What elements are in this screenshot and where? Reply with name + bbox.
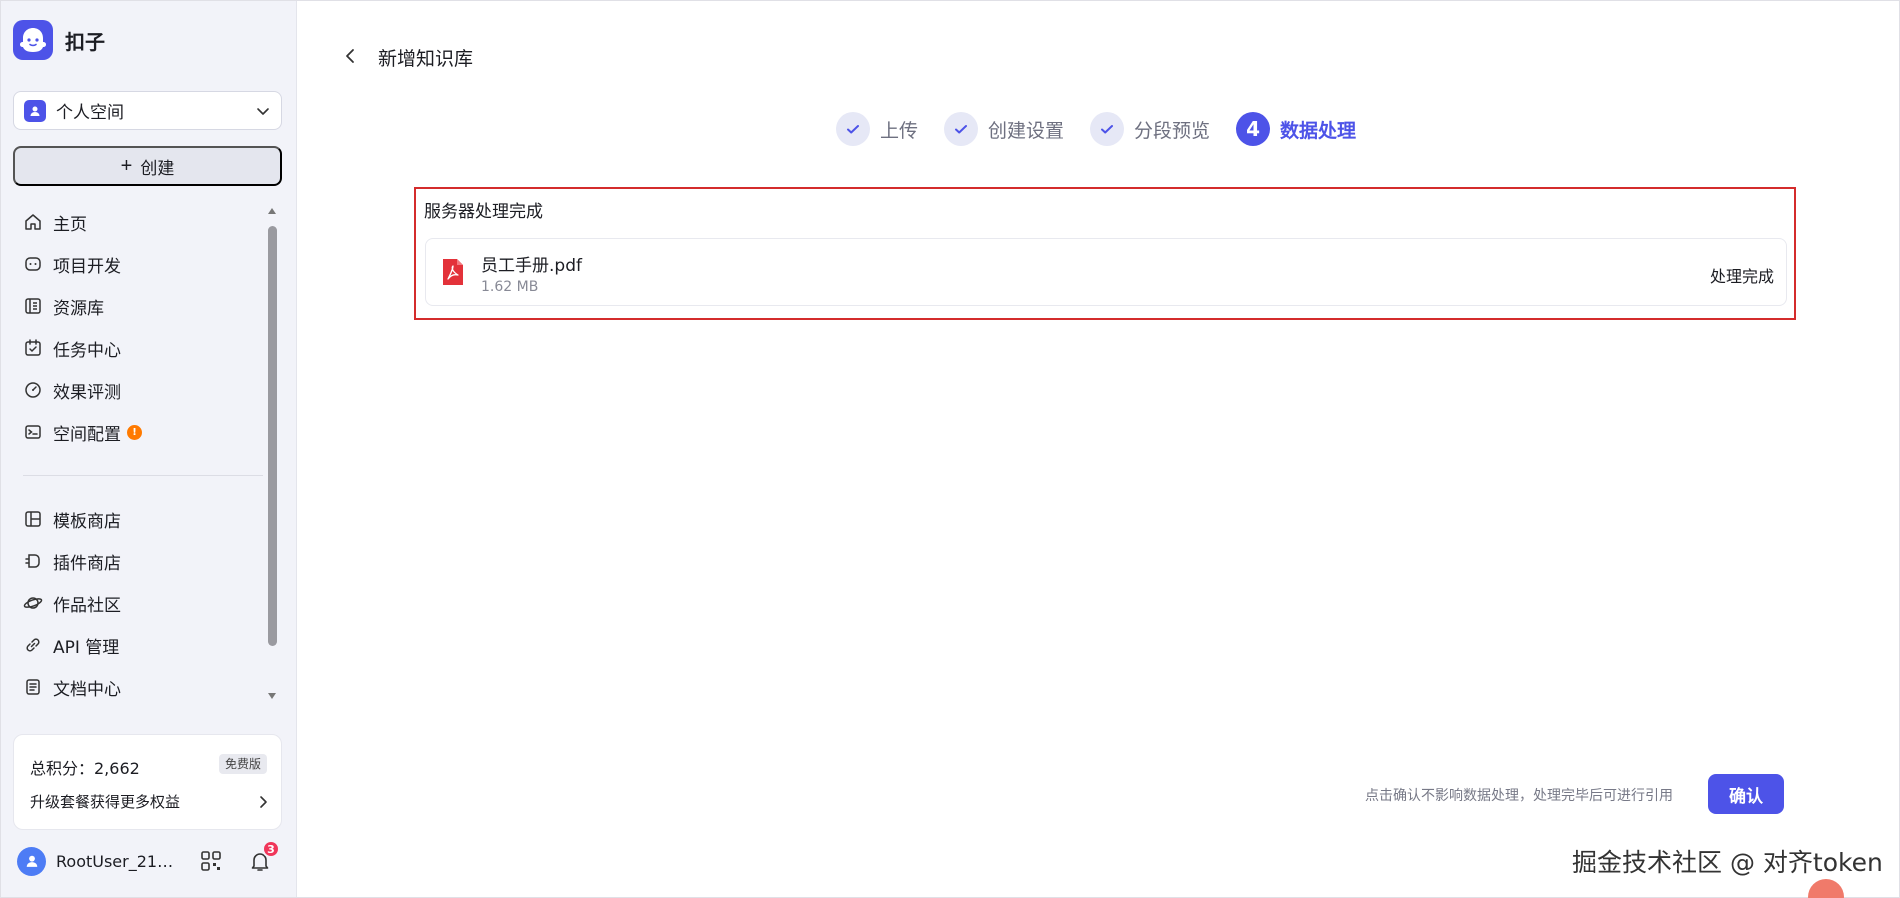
- sidebar-item-home[interactable]: 主页: [13, 201, 263, 243]
- robot-icon: [25, 257, 41, 271]
- file-name: 员工手册.pdf: [481, 256, 582, 276]
- sidebar-item-tasks[interactable]: 任务中心: [13, 327, 263, 369]
- sidebar-item-label: 模板商店: [53, 511, 121, 532]
- app-window: 扣子 个人空间 + 创建 主页 项目开发 资源库 任务中心 效果评测 空间配置 …: [0, 0, 1900, 898]
- apps-grid-icon[interactable]: [199, 849, 223, 873]
- upgrade-link[interactable]: 升级套餐获得更多权益: [30, 791, 270, 812]
- confirm-hint: 点击确认不影响数据处理，处理完毕后可进行引用: [1365, 788, 1673, 804]
- sidebar-item-space-config[interactable]: 空间配置 !: [13, 411, 263, 453]
- sidebar-item-label: 作品社区: [53, 595, 121, 616]
- step-data-processing: 4 数据处理: [1236, 112, 1356, 146]
- status-title: 服务器处理完成: [424, 202, 543, 222]
- upgrade-link-label: 升级套餐获得更多权益: [30, 793, 181, 811]
- notification-count-badge: 3: [262, 840, 280, 858]
- brand[interactable]: 扣子: [13, 20, 105, 60]
- scroll-up-arrow-icon[interactable]: [268, 208, 276, 214]
- page-title: 新增知识库: [378, 48, 474, 70]
- user-icon: [24, 99, 46, 122]
- step-label: 分段预览: [1134, 119, 1211, 142]
- create-button-label: 创建: [140, 158, 175, 178]
- plugin-icon: [25, 554, 40, 568]
- credits-total: 总积分：2,662: [30, 759, 140, 778]
- coze-logo-icon: [13, 20, 53, 60]
- sidebar-item-library[interactable]: 资源库: [13, 285, 263, 327]
- main-content: 新增知识库 上传 创建设置 分段预览 4 数据处理 服务器处理完成 员工手册.p…: [297, 1, 1899, 898]
- sidebar-item-community[interactable]: 作品社区: [13, 582, 263, 624]
- file-size: 1.62 MB: [481, 279, 539, 295]
- sidebar-item-label: 任务中心: [53, 340, 121, 361]
- plus-icon: +: [120, 155, 133, 177]
- step-label: 创建设置: [988, 119, 1065, 142]
- processing-status-panel: 服务器处理完成 员工手册.pdf 1.62 MB 处理完成: [414, 187, 1796, 320]
- mascot-avatar[interactable]: [1808, 879, 1844, 898]
- sidebar-item-label: API 管理: [53, 637, 120, 658]
- user-name[interactable]: RootUser_2124...: [56, 852, 178, 871]
- step-label: 上传: [880, 119, 919, 142]
- sidebar-item-api[interactable]: API 管理: [13, 624, 263, 666]
- user-row: RootUser_2124... 3: [17, 840, 282, 876]
- confirm-button[interactable]: 确认: [1708, 774, 1784, 814]
- sidebar-item-label: 项目开发: [53, 256, 121, 277]
- pdf-file-icon: [443, 259, 463, 285]
- notifications-button[interactable]: 3: [248, 840, 280, 873]
- step-segment-preview: 分段预览: [1090, 112, 1210, 146]
- template-icon: [25, 511, 41, 527]
- step-upload: 上传: [836, 112, 918, 146]
- sidebar: 扣子 个人空间 + 创建 主页 项目开发 资源库 任务中心 效果评测 空间配置 …: [1, 1, 297, 897]
- stepper: 上传 创建设置 分段预览 4 数据处理: [836, 111, 1382, 147]
- document-icon: [26, 679, 40, 695]
- sidebar-item-template-store[interactable]: 模板商店: [13, 498, 263, 540]
- sidebar-item-label: 效果评测: [53, 382, 121, 403]
- space-select[interactable]: 个人空间: [13, 91, 282, 130]
- step-label: 数据处理: [1280, 119, 1357, 142]
- library-icon: [25, 298, 41, 314]
- link-icon: [26, 638, 40, 652]
- sidebar-item-plugin-store[interactable]: 插件商店: [13, 540, 263, 582]
- chevron-right-icon: [260, 795, 267, 808]
- task-icon: [25, 339, 41, 356]
- planet-icon: [23, 597, 43, 609]
- plan-tag: 免费版: [218, 754, 267, 774]
- sidebar-item-label: 文档中心: [53, 679, 121, 700]
- space-select-label: 个人空间: [56, 103, 124, 123]
- nav-divider: [23, 475, 263, 476]
- check-icon: [944, 112, 979, 146]
- check-icon: [1090, 112, 1125, 146]
- sidebar-item-label: 资源库: [53, 298, 104, 319]
- avatar[interactable]: [17, 846, 46, 876]
- sidebar-item-label: 空间配置: [53, 424, 121, 445]
- brand-name: 扣子: [65, 29, 105, 54]
- sidebar-item-label: 插件商店: [53, 553, 121, 574]
- sidebar-item-evaluation[interactable]: 效果评测: [13, 369, 263, 411]
- terminal-icon: [25, 425, 41, 439]
- sidebar-scrollbar[interactable]: [266, 206, 278, 706]
- scrollbar-thumb[interactable]: [268, 226, 277, 646]
- user-icon: [26, 855, 37, 867]
- watermark: 掘金技术社区 @ 对齐token: [1572, 848, 1883, 877]
- step-create-settings: 创建设置: [944, 112, 1064, 146]
- scroll-down-arrow-icon[interactable]: [268, 693, 276, 699]
- sidebar-item-docs[interactable]: 文档中心: [13, 666, 263, 708]
- sidebar-item-label: 主页: [53, 214, 87, 235]
- file-row: 员工手册.pdf 1.62 MB 处理完成: [425, 238, 1787, 306]
- gauge-icon: [25, 382, 41, 398]
- back-arrow-icon[interactable]: [342, 47, 360, 65]
- create-button[interactable]: + 创建: [13, 146, 282, 186]
- credits-card: 总积分：2,662 免费版 升级套餐获得更多权益: [13, 734, 282, 830]
- warning-badge: !: [127, 424, 142, 440]
- home-icon: [25, 214, 41, 230]
- sidebar-item-projects[interactable]: 项目开发: [13, 243, 263, 285]
- sidebar-nav: 主页 项目开发 资源库 任务中心 效果评测 空间配置 ! 模板商店 插件商店 作…: [13, 201, 263, 708]
- chevron-down-icon: [257, 107, 269, 115]
- file-status: 处理完成: [1709, 267, 1774, 286]
- check-icon: [836, 112, 870, 146]
- step-number: 4: [1236, 112, 1271, 146]
